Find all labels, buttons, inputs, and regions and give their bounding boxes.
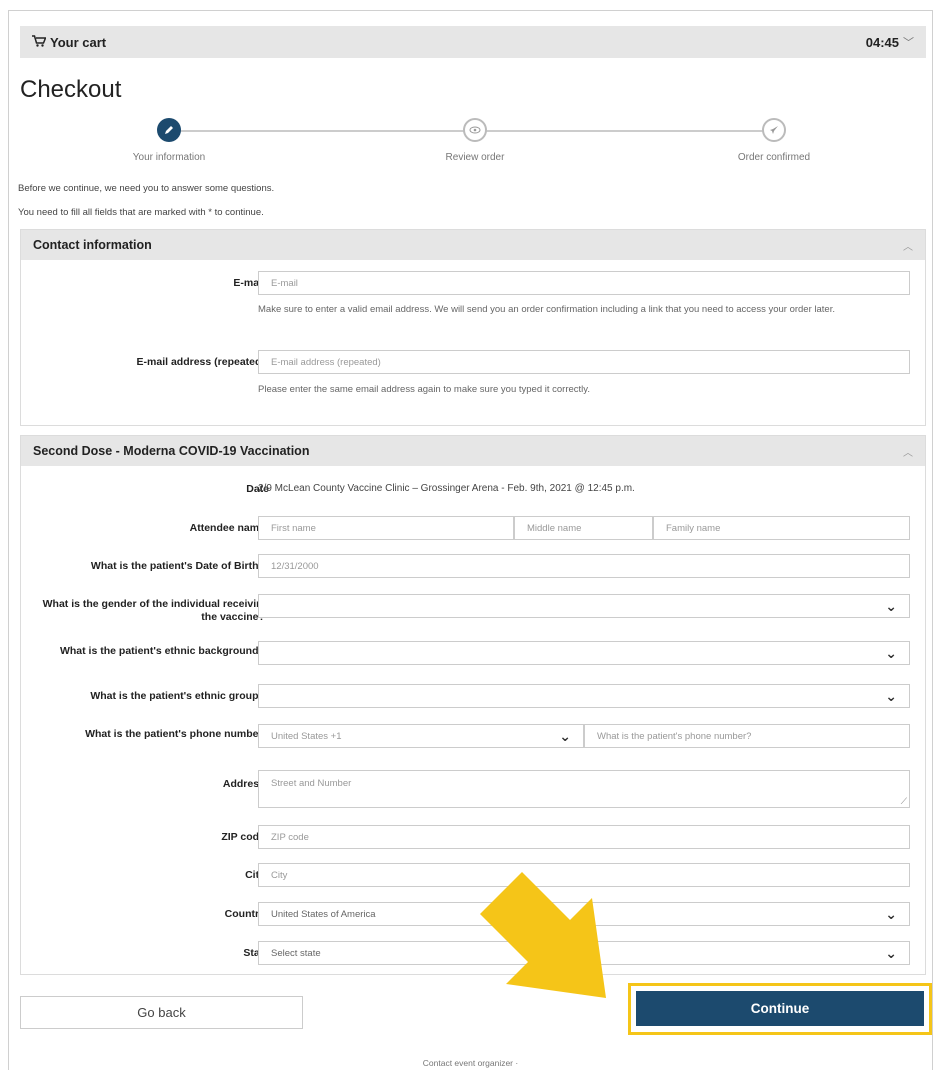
step-label: Order confirmed (737, 152, 811, 163)
address-label: Address* (222, 778, 269, 790)
family-name-placeholder: Family name (666, 522, 721, 534)
first-name-placeholder: First name (271, 522, 316, 534)
chevron-down-icon: ⌄ (885, 905, 897, 922)
rocket-icon (762, 118, 786, 142)
chevron-down-icon: ⌄ (885, 944, 897, 961)
chevron-down-icon: ⌄ (885, 687, 897, 704)
zip-label: ZIP code* (221, 831, 269, 843)
ethnic-background-label: What is the patient's ethnic background?… (59, 645, 269, 657)
address-placeholder: Street and Number (271, 778, 352, 789)
family-name-field[interactable]: Family name (653, 516, 910, 540)
cart-timer[interactable]: 04:45 ﹀ (866, 34, 914, 50)
email-help: Make sure to enter a valid email address… (258, 304, 835, 315)
phone-placeholder: What is the patient's phone number? (597, 730, 752, 742)
gender-select[interactable]: ⌄ (258, 594, 910, 618)
first-name-field[interactable]: First name (258, 516, 514, 540)
phone-country-value: United States +1 (271, 730, 342, 742)
go-back-button[interactable]: Go back (20, 996, 303, 1029)
attendee-label: Attendee name* (189, 522, 269, 534)
cart-toggle[interactable]: Your cart (32, 35, 106, 50)
phone-label: What is the patient's phone number? (85, 728, 269, 740)
chevron-down-icon: ⌄ (559, 727, 571, 744)
chevron-up-icon: ︿ (903, 447, 913, 459)
dob-field[interactable]: 12/31/2000 (258, 554, 910, 578)
chevron-down-icon: ⌄ (885, 597, 897, 614)
zip-placeholder: ZIP code (271, 831, 309, 843)
cart-label: Your cart (50, 34, 107, 50)
middle-name-placeholder: Middle name (527, 522, 582, 534)
ethnic-group-select[interactable]: ⌄ (258, 684, 910, 708)
panel-title: Contact information (33, 238, 152, 252)
intro-text-1: Before we continue, we need you to answe… (18, 183, 275, 194)
cart-bar[interactable]: Your cart 04:45 ﹀ (20, 26, 926, 58)
yellow-arrow-icon (480, 872, 606, 998)
email-repeat-label: E-mail address (repeated)* (136, 356, 269, 368)
zip-field[interactable]: ZIP code (258, 825, 910, 849)
email-repeat-placeholder: E-mail address (repeated) (271, 356, 381, 368)
dob-placeholder: 12/31/2000 (271, 560, 319, 572)
continue-button[interactable]: Continue (636, 991, 924, 1026)
city-label: City* (29, 869, 269, 882)
email-placeholder: E-mail (271, 277, 298, 289)
pencil-icon (157, 118, 181, 142)
step-review-order: Review order (375, 118, 575, 163)
chevron-up-icon: ︿ (903, 241, 913, 253)
checkout-steps: Your information Review order Order conf… (20, 118, 926, 168)
country-label: Country* (224, 908, 269, 920)
eye-icon (463, 118, 487, 142)
step-label: Review order (445, 152, 505, 163)
step-label: Your information (132, 152, 206, 163)
phone-field[interactable]: What is the patient's phone number? (584, 724, 910, 748)
city-placeholder: City (271, 869, 288, 881)
gender-label: What is the gender of the individual rec… (42, 598, 269, 623)
date-value: 2/9 McLean County Vaccine Clinic – Gross… (258, 483, 635, 494)
step-your-information: Your information (69, 118, 269, 163)
resize-handle-icon[interactable]: ⟋ (901, 796, 907, 807)
state-label: State (243, 947, 269, 959)
timer-text: 04:45 (865, 34, 899, 50)
dose-panel-header[interactable]: Second Dose - Moderna COVID-19 Vaccinati… (21, 436, 925, 466)
date-label: Date (246, 483, 269, 495)
intro-text-2: You need to fill all fields that are mar… (18, 207, 264, 218)
ethnic-group-label: What is the patient's ethnic group?* (90, 690, 269, 702)
dob-label: What is the patient's Date of Birth?* (90, 560, 269, 572)
contact-organizer-link[interactable]: Contact event organizer · (0, 1058, 941, 1068)
contact-panel-header[interactable]: Contact information ︿ (21, 230, 925, 260)
chevron-down-icon: ⌄ (885, 644, 897, 661)
contact-information-panel: Contact information ︿ E-mail* E-mail Mak… (20, 229, 926, 426)
chevron-down-icon: ﹀ (903, 37, 914, 49)
cart-icon (32, 34, 47, 50)
second-dose-panel: Second Dose - Moderna COVID-19 Vaccinati… (20, 435, 926, 975)
phone-country-select[interactable]: United States +1 ⌄ (258, 724, 584, 748)
ethnic-background-select[interactable]: ⌄ (258, 641, 910, 665)
email-field[interactable]: E-mail (258, 271, 910, 295)
address-textarea[interactable]: Street and Number ⟋ (258, 770, 910, 808)
email-label: E-mail* (233, 277, 269, 289)
panel-title: Second Dose - Moderna COVID-19 Vaccinati… (33, 444, 310, 458)
email-repeat-help: Please enter the same email address agai… (258, 384, 590, 395)
page-title: Checkout (20, 76, 122, 103)
middle-name-field[interactable]: Middle name (514, 516, 653, 540)
step-order-confirmed: Order confirmed (674, 118, 874, 163)
email-repeat-field[interactable]: E-mail address (repeated) (258, 350, 910, 374)
